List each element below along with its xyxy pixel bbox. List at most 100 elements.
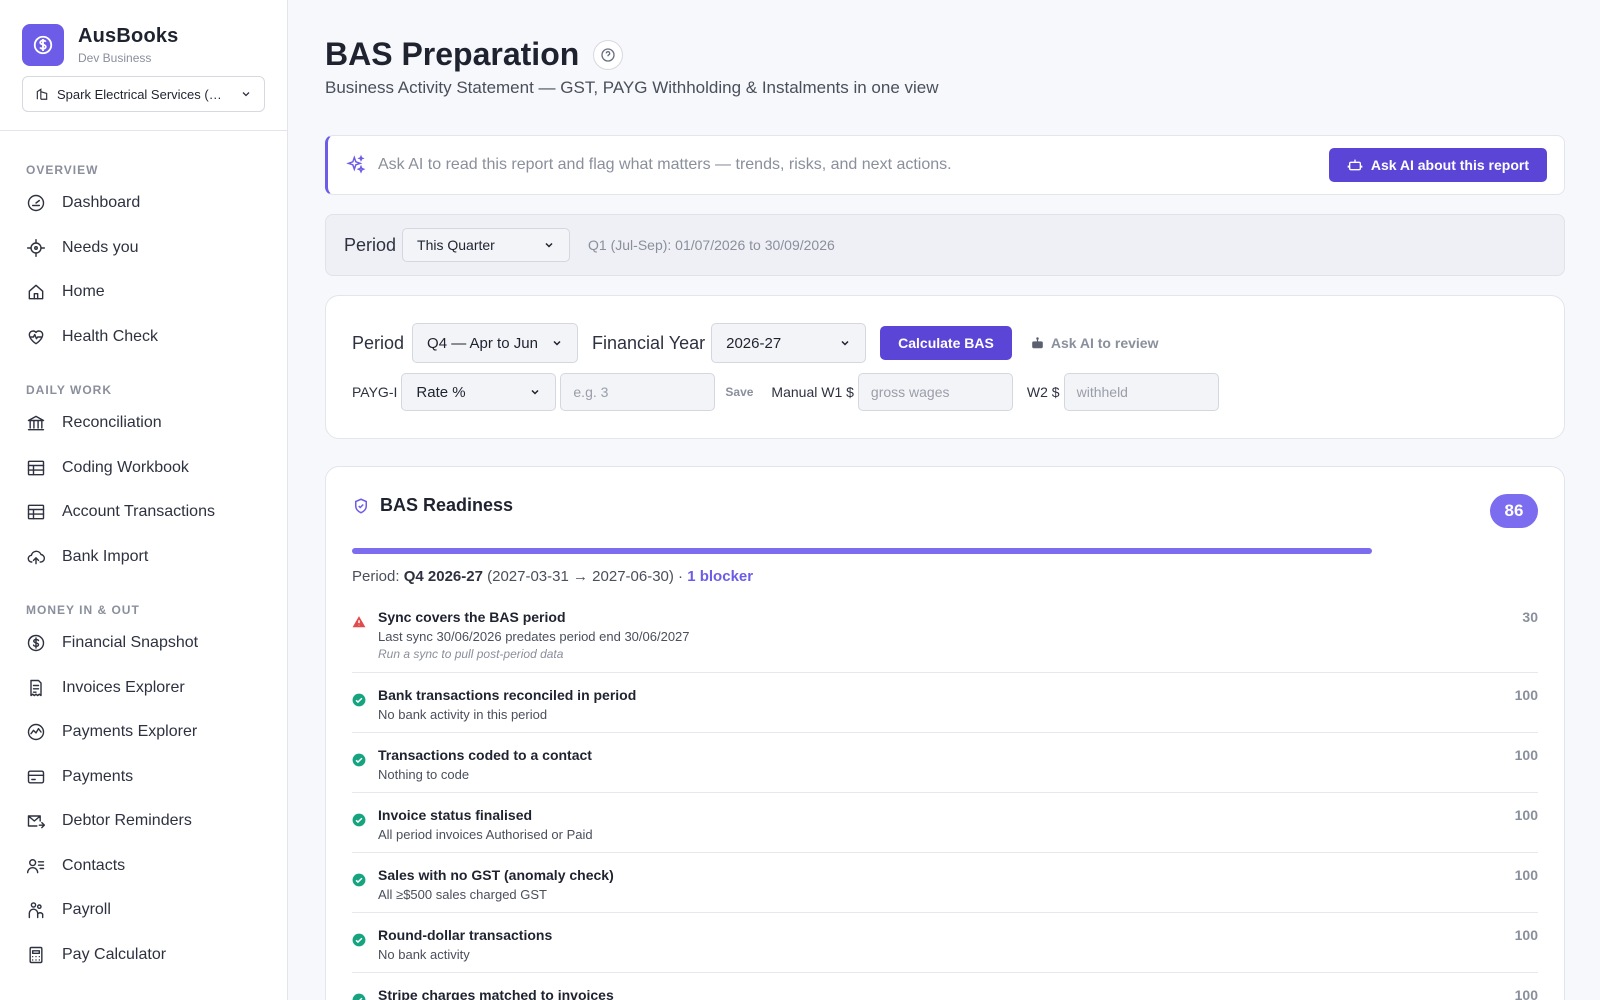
- receipt-icon: [30, 679, 42, 696]
- sidebar-item-payments[interactable]: Payments: [26, 755, 261, 800]
- crosshair-icon: [26, 238, 46, 257]
- payg-i-rate-placeholder: e.g. 3: [573, 384, 609, 400]
- page-title: BAS Preparation: [325, 36, 580, 72]
- organisation-select[interactable]: Spark Electrical Services (…: [22, 76, 265, 112]
- sidebar-item-label: Pay Calculator: [62, 945, 167, 963]
- cloud-upload-icon: [27, 550, 46, 565]
- question-circle-icon: [601, 47, 615, 62]
- sidebar-item-debtor-reminders[interactable]: Debtor Reminders: [26, 799, 261, 844]
- organisation-label: Spark Electrical Services (…: [57, 86, 222, 102]
- check-description: Last sync 30/06/2026 predates period end…: [378, 629, 690, 644]
- sidebar-item-coding-workbook[interactable]: Coding Workbook: [26, 446, 261, 491]
- w2-placeholder: withheld: [1076, 384, 1128, 400]
- readiness-progress-fill: [352, 548, 1372, 554]
- people-icon: [28, 902, 44, 919]
- readiness-checks-list: Sync covers the BAS period Last sync 30/0…: [352, 606, 1538, 1000]
- sidebar-item-financial-snapshot[interactable]: Financial Snapshot: [26, 621, 261, 666]
- check-title: Transactions coded to a contact: [378, 747, 592, 763]
- bas-period-value: Q4 — Apr to Jun: [427, 334, 538, 352]
- sidebar-item-label: Dashboard: [62, 194, 141, 212]
- readiness-check-row: Invoice status finalised All period invoi…: [352, 793, 1538, 853]
- readiness-progress-track: [352, 548, 1538, 554]
- table-icon: [27, 460, 45, 476]
- robot-icon: [1032, 336, 1043, 348]
- payg-i-mode-value: Rate %: [416, 383, 466, 401]
- period-filter-label: Period: [344, 234, 397, 255]
- check-title: Invoice status finalised: [378, 807, 533, 823]
- financial-year-select[interactable]: 2026-27: [711, 323, 867, 363]
- bank-icon: [27, 415, 45, 431]
- sidebar-item-dashboard[interactable]: Dashboard: [26, 181, 261, 226]
- shield-check-icon: [355, 497, 367, 514]
- help-button[interactable]: [593, 39, 624, 70]
- brand-logo-icon: [22, 24, 64, 66]
- check-circle-icon: [352, 693, 366, 707]
- check-description: No bank activity in this period: [378, 707, 548, 722]
- check-note: Run a sync to pull post-period data: [378, 647, 564, 661]
- w2-input[interactable]: withheld: [1063, 373, 1219, 411]
- card-icon: [27, 770, 45, 784]
- financial-year-label: Financial Year: [592, 332, 706, 353]
- manual-w1-placeholder: gross wages: [870, 384, 950, 400]
- sidebar-item-label: Health Check: [62, 327, 159, 345]
- building-icon: [36, 88, 48, 100]
- ask-ai-report-button[interactable]: Ask AI about this report: [1328, 148, 1547, 182]
- sidebar-item-contacts[interactable]: Contacts: [26, 844, 261, 889]
- sidebar-item-label: Financial Snapshot: [62, 634, 199, 652]
- sidebar-item-label: Contacts: [62, 856, 126, 874]
- readiness-period-prefix: Period:: [352, 568, 404, 585]
- check-score: 100: [1514, 807, 1538, 823]
- manual-w1-label: Manual W1 $: [771, 384, 854, 400]
- manual-w1-input[interactable]: gross wages: [857, 373, 1013, 411]
- sidebar-item-account-transactions[interactable]: Account Transactions: [26, 490, 261, 535]
- sidebar-item-payroll[interactable]: Payroll: [26, 888, 261, 933]
- readiness-period-quarter: Q4 2026-27: [403, 568, 483, 585]
- check-circle-icon: [352, 933, 366, 947]
- main-content: BAS Preparation Business Activity Statem…: [289, 0, 1600, 1000]
- mail-send-icon: [27, 815, 46, 829]
- ask-ai-review-label: Ask AI to review: [1050, 335, 1159, 351]
- check-title: Round-dollar transactions: [378, 927, 553, 943]
- sidebar-item-label: Payments Explorer: [62, 723, 198, 741]
- sparkles-icon: [346, 155, 366, 174]
- sidebar-item-health-check[interactable]: Health Check: [26, 315, 261, 360]
- calculate-bas-button[interactable]: Calculate BAS: [880, 326, 1012, 360]
- users-list-icon: [26, 858, 45, 874]
- sidebar-item-label: Home: [62, 283, 105, 301]
- period-filter-select[interactable]: This Quarter: [402, 228, 571, 262]
- sidebar-item-needs-you[interactable]: Needs you: [26, 226, 261, 271]
- bas-calculation-card: Period Q4 — Apr to Jun Financial Year 20…: [325, 295, 1565, 439]
- sidebar-item-reconciliation[interactable]: Reconciliation: [26, 401, 261, 446]
- sidebar-divider: [0, 130, 287, 131]
- readiness-check-row: Bank transactions reconciled in period No…: [352, 673, 1538, 733]
- check-description: All period invoices Authorised or Paid: [378, 827, 593, 842]
- payg-i-label: PAYG-I: [352, 384, 398, 400]
- sidebar-item-bank-import[interactable]: Bank Import: [26, 535, 261, 580]
- sidebar-item-label: Bank Import: [62, 547, 149, 565]
- sidebar-nav: OVERVIEW Dashboard Needs you Home Health Che…: [0, 163, 287, 977]
- sidebar-item-payments-explorer[interactable]: Payments Explorer: [26, 710, 261, 755]
- payg-i-mode-select[interactable]: Rate %: [401, 373, 557, 411]
- ask-ai-review-link[interactable]: Ask AI to review: [1030, 335, 1159, 351]
- sidebar-item-pay-calculator[interactable]: Pay Calculator: [26, 933, 261, 978]
- readiness-check-row: Sales with no GST (anomaly check) All ≥$5…: [352, 853, 1538, 913]
- warning-triangle-icon: [352, 616, 366, 628]
- check-title: Stripe charges matched to invoices: [378, 987, 614, 1000]
- period-filter-bar: Period This Quarter Q1 (Jul-Sep): 01/07/…: [325, 214, 1565, 276]
- payg-i-save-button[interactable]: Save: [725, 385, 753, 399]
- blocker-count-link[interactable]: 1 blocker: [687, 568, 753, 585]
- check-score: 100: [1514, 747, 1538, 763]
- readiness-check-row: Stripe charges matched to invoices 100: [352, 973, 1538, 1000]
- check-title: Bank transactions reconciled in period: [378, 687, 637, 703]
- sidebar-item-home[interactable]: Home: [26, 270, 261, 315]
- check-score: 100: [1514, 927, 1538, 943]
- payg-i-rate-input[interactable]: e.g. 3: [560, 373, 716, 411]
- dollar-circle-icon: [27, 635, 45, 652]
- page-subtitle: Business Activity Statement — GST, PAYG …: [325, 78, 939, 97]
- sidebar-item-label: Coding Workbook: [62, 458, 189, 476]
- sidebar-item-invoices-explorer[interactable]: Invoices Explorer: [26, 666, 261, 711]
- check-title: Sales with no GST (anomaly check): [378, 867, 614, 883]
- bas-period-select[interactable]: Q4 — Apr to Jun: [412, 323, 579, 363]
- sidebar-item-label: Invoices Explorer: [62, 678, 185, 696]
- check-circle-icon: [352, 813, 366, 827]
